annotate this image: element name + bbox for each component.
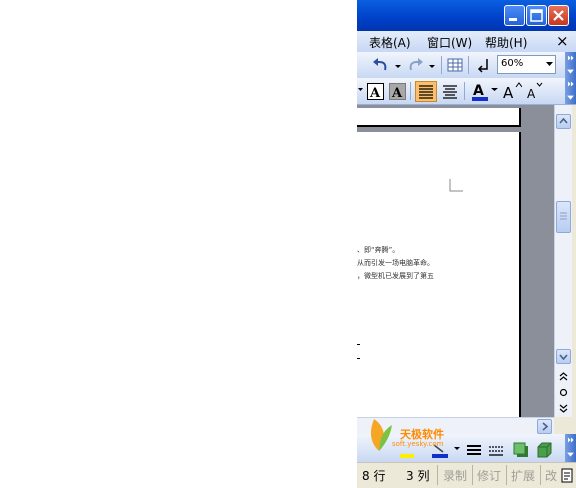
menu-window[interactable]: 窗口(W): [427, 34, 472, 51]
line-style-icon[interactable]: [465, 442, 483, 458]
maximize-icon: [530, 9, 543, 22]
watermark-logo: 天极软件 soft.yesky.com: [362, 413, 447, 455]
document-page[interactable]: 、即“奔腾”。 从而引发一场电脑革命。 ，微型机已发展到了第五: [357, 132, 521, 417]
select-browse-object-icon[interactable]: [558, 387, 569, 398]
minimize-button[interactable]: [504, 5, 525, 26]
svg-text:A: A: [473, 83, 484, 99]
status-record[interactable]: 录制: [443, 467, 467, 484]
undo-icon[interactable]: [371, 56, 393, 74]
leaf-logo-icon: [370, 419, 392, 451]
document-line: 、即“奔腾”。: [357, 246, 400, 254]
title-bar: [357, 0, 576, 31]
status-separator: [472, 465, 473, 485]
menu-bar: 表格(A) 窗口(W) 帮助(H) ×: [357, 31, 576, 52]
maximize-button[interactable]: [526, 5, 547, 26]
minimize-icon: [509, 18, 517, 21]
toolbar-separator: [464, 82, 465, 100]
chevron-right-icon: [542, 422, 549, 431]
toolbar-options-button[interactable]: [565, 78, 576, 104]
toolbar-separator: [410, 82, 411, 100]
undo-dropdown-icon[interactable]: [394, 56, 402, 74]
standard-toolbar: 60%: [357, 52, 576, 79]
toolbar-chevron-icon: [567, 81, 574, 100]
grow-font-icon[interactable]: A: [502, 81, 522, 102]
scroll-up-button[interactable]: [556, 114, 571, 129]
toolbar-separator: [441, 56, 442, 74]
menu-help[interactable]: 帮助(H): [485, 34, 527, 51]
zoom-select[interactable]: 60%: [497, 55, 556, 74]
scroll-down-button[interactable]: [556, 349, 571, 364]
paragraph-mark: [357, 344, 360, 345]
font-color-icon[interactable]: A: [470, 81, 490, 102]
document-line: ，微型机已发展到了第五: [357, 272, 434, 280]
word-window: 表格(A) 窗口(W) 帮助(H) × 60% A A A A A 、即“奔腾”…: [357, 0, 576, 488]
close-button[interactable]: [548, 5, 569, 26]
formatting-toolbar: A A A A A: [357, 78, 576, 105]
zoom-value: 60%: [501, 58, 524, 69]
svg-text:A: A: [369, 86, 381, 101]
next-page-icon[interactable]: [558, 403, 569, 414]
close-icon: [553, 10, 564, 21]
previous-page: [357, 108, 521, 127]
margin-corner-mark: [449, 179, 463, 192]
paragraph-mark: [357, 358, 360, 359]
scroll-thumb[interactable]: [556, 201, 571, 233]
grip-lines-icon: [560, 212, 567, 220]
distributed-align-icon[interactable]: [440, 82, 460, 101]
redo-icon[interactable]: [405, 56, 427, 74]
3d-style-icon[interactable]: [535, 441, 553, 459]
dash-style-icon[interactable]: [487, 442, 505, 458]
status-overtype[interactable]: 改: [545, 467, 557, 484]
status-column: 3 列: [406, 469, 430, 483]
status-separator: [506, 465, 507, 485]
redo-dropdown-icon[interactable]: [428, 56, 436, 74]
scroll-right-button[interactable]: [537, 419, 552, 434]
svg-text:A: A: [503, 84, 514, 102]
document-close-button[interactable]: ×: [556, 32, 569, 50]
chevron-up-icon: [559, 117, 568, 124]
toolbar-chevron-icon: [567, 437, 574, 457]
table-icon[interactable]: [446, 56, 464, 74]
toolbar-options-button[interactable]: [565, 434, 576, 462]
svg-text:A: A: [527, 87, 536, 101]
status-extend[interactable]: 扩展: [511, 467, 535, 484]
chevron-down-icon: [546, 62, 553, 66]
status-separator: [437, 465, 438, 485]
status-bar: 8 行 3 列 录制 修订 扩展 改: [357, 462, 576, 488]
previous-page-icon[interactable]: [558, 371, 569, 382]
toolbar-chevron-icon: [567, 55, 574, 74]
shadow-style-icon[interactable]: [512, 441, 530, 459]
char-shading-icon[interactable]: A: [388, 82, 407, 101]
toolbar-separator: [468, 56, 469, 74]
status-separator: [540, 465, 541, 485]
status-track-changes[interactable]: 修订: [477, 467, 501, 484]
justify-icon[interactable]: [415, 81, 437, 102]
char-border-icon[interactable]: A: [366, 82, 385, 101]
shrink-font-icon[interactable]: A: [526, 81, 544, 102]
chevron-down-icon: [559, 354, 568, 361]
svg-text:A: A: [391, 86, 403, 101]
watermark-url: soft.yesky.com: [392, 440, 444, 448]
dropdown-arrow-icon[interactable]: [358, 86, 363, 94]
spelling-status-icon[interactable]: [560, 468, 574, 484]
menu-table[interactable]: 表格(A): [369, 34, 411, 51]
vertical-scrollbar[interactable]: [554, 105, 572, 417]
toolbar-options-button[interactable]: [565, 52, 576, 78]
font-color-dropdown-icon[interactable]: [491, 86, 498, 94]
document-line: 从而引发一场电脑革命。: [357, 259, 434, 267]
status-line: 8 行: [362, 469, 386, 483]
line-color-dropdown-icon[interactable]: [454, 445, 460, 453]
show-hide-marks-icon[interactable]: [475, 56, 491, 74]
